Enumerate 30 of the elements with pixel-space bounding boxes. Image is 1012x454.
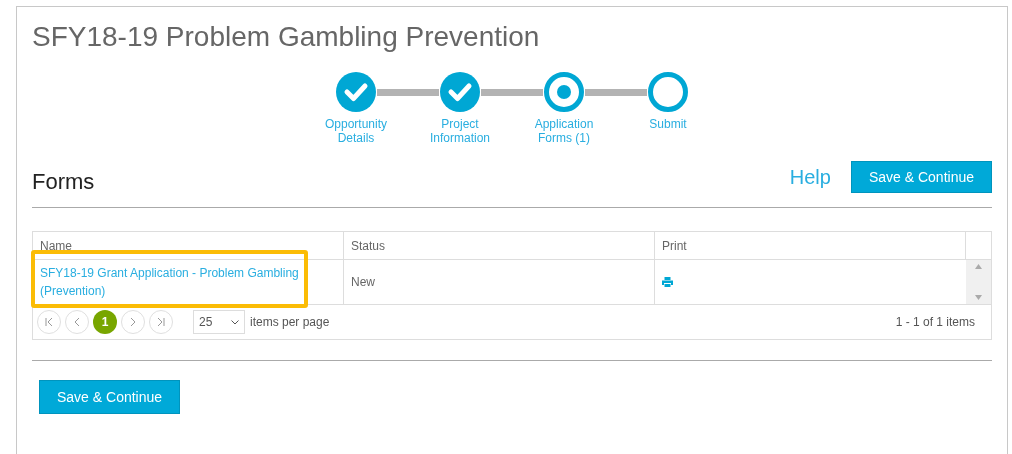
scroll-up-icon[interactable] — [975, 264, 982, 269]
step-label: Project Information — [429, 117, 491, 145]
first-page-button[interactable] — [37, 310, 61, 334]
chevron-left-icon — [74, 318, 80, 326]
column-header: Print — [655, 232, 966, 259]
column-header: Status — [344, 232, 655, 259]
last-page-button[interactable] — [149, 310, 173, 334]
scroll-down-icon[interactable] — [975, 295, 982, 300]
pager-summary: 1 - 1 of 1 items — [895, 314, 975, 331]
help-link[interactable]: Help — [789, 162, 831, 192]
step-label: Submit — [648, 117, 688, 133]
column-header: Name — [33, 232, 344, 259]
page-button[interactable]: 1 — [93, 310, 117, 334]
step-label: Application Forms (1) — [533, 117, 595, 145]
last-page-icon — [157, 318, 165, 326]
save-continue-button[interactable]: Save & Continue — [39, 380, 181, 414]
first-page-icon — [45, 318, 53, 326]
caret-icon — [231, 319, 239, 325]
page-size-label: items per page — [250, 314, 330, 331]
form-link[interactable]: SFY18-19 Grant Application - Problem Gambling (Prevention) — [40, 264, 336, 300]
printer-icon[interactable] — [662, 277, 673, 287]
chevron-right-icon — [130, 318, 136, 326]
previous-page-button[interactable] — [65, 310, 89, 334]
page-size-select[interactable]: 25 — [193, 310, 245, 334]
step-label: Opportunity Details — [323, 117, 388, 145]
table-cell: New — [344, 260, 655, 304]
page-title: SFY18-19 Problem Gambling Prevention — [32, 20, 541, 54]
section-title: Forms — [32, 169, 95, 195]
next-page-button[interactable] — [121, 310, 145, 334]
save-continue-button[interactable]: Save & Continue — [850, 161, 992, 193]
